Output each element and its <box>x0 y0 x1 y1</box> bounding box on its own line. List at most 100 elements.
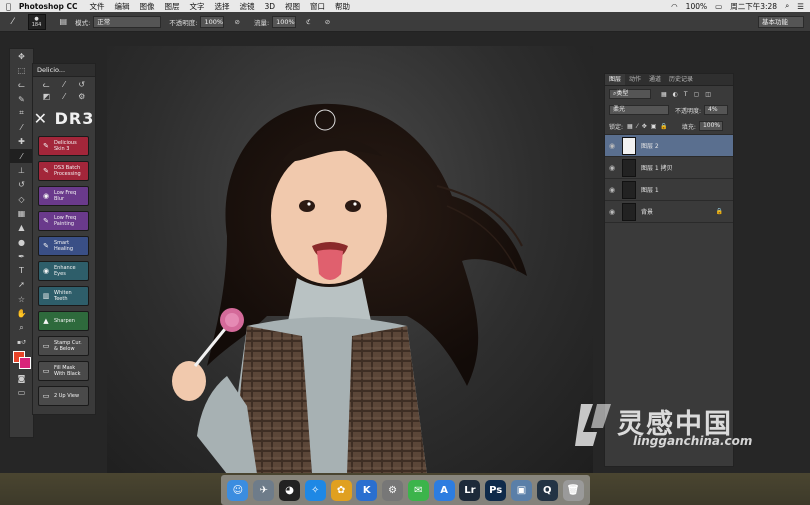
crop-tool-icon[interactable]: ⌗ <box>10 106 33 120</box>
search-icon[interactable]: ⌕ <box>785 1 789 11</box>
battery-icon[interactable]: ▭ <box>715 2 722 11</box>
dr3-button[interactable]: ✎ Smart Healing <box>38 236 89 256</box>
layer-row[interactable]: ◉ 图层 1 <box>605 179 733 201</box>
filter-smart-icon[interactable]: ◫ <box>705 91 711 98</box>
brush-tool-icon[interactable]: ⁄ <box>12 17 14 27</box>
menu-type[interactable]: 文字 <box>189 1 204 12</box>
k-app-icon[interactable]: K <box>356 479 378 501</box>
zoom-tool-icon[interactable]: ⌕ <box>10 321 33 335</box>
wechat-icon[interactable]: ✉ <box>407 479 429 501</box>
healing-tool-icon[interactable]: ✚ <box>10 135 33 149</box>
quicktime-icon[interactable]: Q <box>536 479 558 501</box>
eyedropper-icon[interactable]: ⁄ <box>64 92 65 101</box>
dr3-button[interactable]: ◉ Enhance Eyes <box>38 261 89 281</box>
wifi-icon[interactable]: ◠ <box>671 2 678 11</box>
lock-position-icon[interactable]: ✥ <box>642 123 647 130</box>
dr3-button[interactable]: ◉ Low Freq Blur <box>38 186 89 206</box>
marquee-tool-icon[interactable]: ⬚ <box>10 63 33 77</box>
menu-layer[interactable]: 图层 <box>164 1 179 12</box>
menu-view[interactable]: 视图 <box>285 1 300 12</box>
dodge-tool-icon[interactable]: ● <box>10 235 33 249</box>
background-color-swatch[interactable] <box>19 357 31 370</box>
mode-select[interactable]: 正常 <box>93 15 162 28</box>
path-select-tool-icon[interactable]: ➚ <box>10 278 33 292</box>
quick-mask-icon[interactable]: ◙ <box>10 371 33 385</box>
stamp-tool-icon[interactable]: ⊥ <box>10 163 33 177</box>
dr3-button[interactable]: ✎ Delicious Skin 3 <box>38 136 89 156</box>
dr3-button[interactable]: ▥ Whiten Teeth <box>38 286 89 306</box>
menu-filter[interactable]: 滤镜 <box>239 1 254 12</box>
system-preferences-icon[interactable]: ⚙ <box>382 479 404 501</box>
blend-mode-select[interactable]: 柔光 <box>609 105 669 115</box>
qq-icon[interactable]: ◕ <box>278 479 300 501</box>
layer-name[interactable]: 图层 1 拷贝 <box>641 163 733 172</box>
blur-tool-icon[interactable]: ▲ <box>10 221 33 235</box>
history-brush-tool-icon[interactable]: ↺ <box>10 178 33 192</box>
safari-icon[interactable]: ✧ <box>304 479 326 501</box>
fill-input[interactable]: 100% <box>698 121 723 131</box>
tab-actions[interactable]: 动作 <box>625 74 645 85</box>
eyedropper-tool-icon[interactable]: ⁄ <box>10 120 33 134</box>
app-store-icon[interactable]: A <box>433 479 455 501</box>
visibility-eye-icon[interactable]: ◉ <box>605 186 619 194</box>
filter-pixel-icon[interactable]: ▦ <box>661 91 667 98</box>
dr3-button[interactable]: ✎ DS3 Batch Processing <box>38 161 89 181</box>
screen-mode-icon[interactable]: ▭ <box>10 386 33 400</box>
apple-icon[interactable]:  <box>6 2 11 11</box>
menu-file[interactable]: 文件 <box>89 1 104 12</box>
gradient-tool-icon[interactable]: ▦ <box>10 206 33 220</box>
notification-icon[interactable]: ☰ <box>797 2 804 11</box>
lock-transparent-icon[interactable]: ▦ <box>627 123 633 130</box>
move-tool-icon[interactable]: ✥ <box>10 49 33 63</box>
filter-type-icon[interactable]: T <box>684 91 688 98</box>
preview-icon[interactable]: ▣ <box>510 479 532 501</box>
document-canvas[interactable] <box>107 46 593 474</box>
tab-channels[interactable]: 通道 <box>645 74 665 85</box>
photos-icon[interactable]: ✿ <box>330 479 352 501</box>
clock[interactable]: 周二下午3:28 <box>730 1 777 12</box>
airbrush-icon[interactable]: ℭ <box>306 18 311 26</box>
toggle-brush-panel-icon[interactable]: ▤ <box>60 17 68 26</box>
refresh-icon[interactable]: ↺ <box>78 80 85 89</box>
visibility-eye-icon[interactable]: ◉ <box>605 142 619 150</box>
opacity-pressure-icon[interactable]: ⊘ <box>234 18 239 26</box>
hand-tool-icon[interactable]: ✋ <box>10 306 33 320</box>
lock-all-icon[interactable]: 🔒 <box>660 123 667 130</box>
photoshop-icon[interactable]: Ps <box>485 479 507 501</box>
lightroom-icon[interactable]: Lr <box>459 479 481 501</box>
menu-edit[interactable]: 编辑 <box>114 1 129 12</box>
dr3-button[interactable]: ▭ Stamp Cur. & Below <box>38 336 89 356</box>
trash-icon[interactable]: 🗑 <box>562 479 584 501</box>
default-colors-icon[interactable]: ▪↺ <box>10 335 33 349</box>
layer-name[interactable]: 背景 <box>641 207 716 216</box>
type-tool-icon[interactable]: T <box>10 263 33 277</box>
visibility-eye-icon[interactable]: ◉ <box>605 208 619 216</box>
quick-select-tool-icon[interactable]: ✎ <box>10 92 33 106</box>
brush-icon[interactable]: ⁄ <box>63 80 64 89</box>
layer-icon[interactable]: ◩ <box>43 92 51 101</box>
lasso-tool-icon[interactable]: ᓚ <box>10 78 33 92</box>
opacity-input[interactable]: 100% <box>200 15 225 28</box>
layer-row[interactable]: ◉ 图层 1 拷贝 <box>605 157 733 179</box>
brush-tool-icon-selected[interactable]: ⁄ <box>10 149 33 164</box>
size-pressure-icon[interactable]: ⊘ <box>325 18 330 26</box>
workspace-select[interactable]: 基本功能 <box>758 15 804 28</box>
layer-opacity-input[interactable]: 4% <box>704 105 729 115</box>
visibility-eye-icon[interactable]: ◉ <box>605 164 619 172</box>
tab-layers[interactable]: 图层 <box>605 74 626 85</box>
menu-3d[interactable]: 3D <box>264 2 275 11</box>
color-swatches[interactable] <box>10 349 33 371</box>
shape-tool-icon[interactable]: ☆ <box>10 292 33 306</box>
menu-select[interactable]: 选择 <box>214 1 229 12</box>
brush-preset-picker[interactable]: ● 184 <box>27 13 46 30</box>
layer-row[interactable]: ◉ 背景 🔒 <box>605 201 733 223</box>
filter-shape-icon[interactable]: ▢ <box>694 91 700 98</box>
dr3-panel-tab[interactable]: Delicio... <box>33 64 95 77</box>
layer-filter-select[interactable]: ⌕类型 <box>609 89 651 99</box>
filter-adjust-icon[interactable]: ◐ <box>673 91 678 98</box>
finder-icon[interactable]: ☺ <box>227 479 249 501</box>
layer-name[interactable]: 图层 2 <box>641 141 733 150</box>
dr3-button[interactable]: ▭ 2 Up View <box>38 386 89 406</box>
lock-pixels-icon[interactable]: ⁄ <box>637 123 638 130</box>
tab-history[interactable]: 历史记录 <box>665 74 697 85</box>
